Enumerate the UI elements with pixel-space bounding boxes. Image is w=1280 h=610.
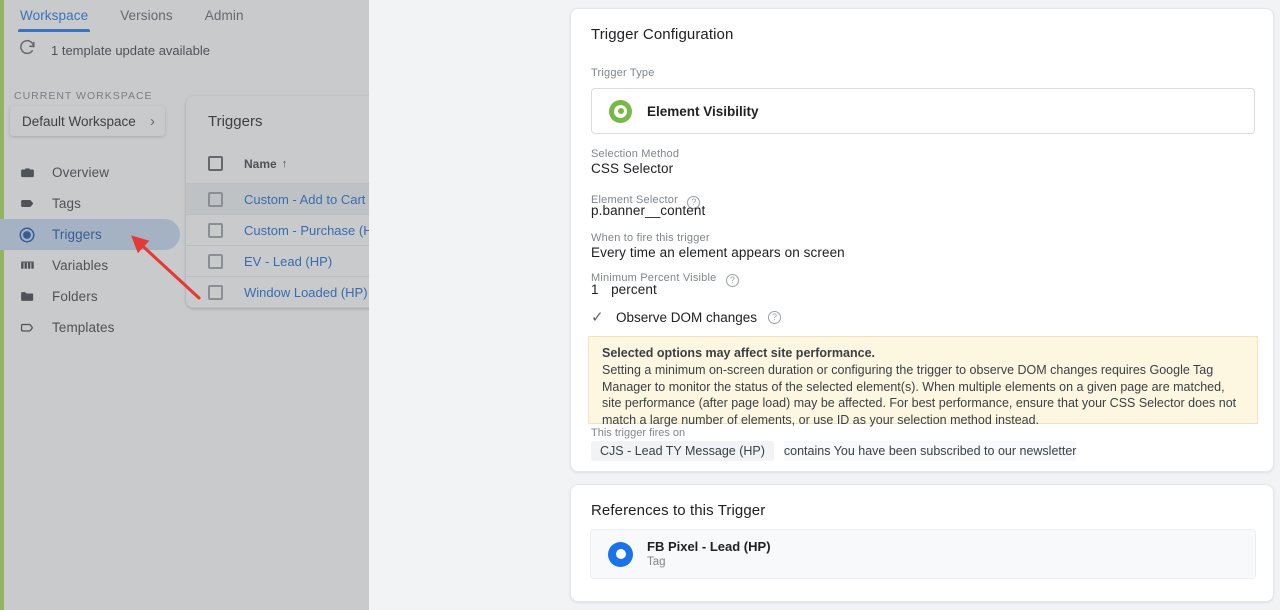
template-update-label: 1 template update available — [51, 42, 211, 58]
condition-operator: contains — [783, 444, 831, 458]
workspace-selector[interactable]: Default Workspace › — [10, 106, 165, 136]
select-all-checkbox[interactable] — [208, 156, 223, 171]
min-percent-visible-value[interactable]: 1 — [591, 282, 599, 297]
selection-method-label: Selection Method — [591, 148, 680, 160]
sidebar-item-variables-label: Variables — [52, 258, 109, 273]
reference-text-group: FB Pixel - Lead (HP) Tag — [647, 539, 771, 570]
tab-versions[interactable]: Versions — [104, 8, 189, 32]
when-to-fire-label: When to fire this trigger — [591, 232, 710, 244]
table-row[interactable]: EV - Lead (HP) — [186, 246, 369, 277]
eye-icon — [609, 99, 632, 123]
table-row[interactable]: Window Loaded (HP) — [186, 277, 369, 308]
help-icon[interactable]: ? — [768, 311, 782, 324]
references-card: References to this Trigger FB Pixel - Le… — [570, 484, 1274, 602]
trigger-type-value: Element Visibility — [647, 103, 759, 119]
sidebar-item-overview-label: Overview — [52, 165, 110, 180]
when-to-fire-value[interactable]: Every time an element appears on screen — [591, 245, 845, 260]
reference-type: Tag — [647, 555, 666, 568]
trigger-name-link[interactable]: EV - Lead (HP) — [244, 254, 332, 269]
selection-method-value[interactable]: CSS Selector — [591, 161, 673, 176]
tab-workspace[interactable]: Workspace — [4, 8, 104, 32]
tab-admin-label: Admin — [204, 8, 244, 23]
tab-admin[interactable]: Admin — [189, 8, 260, 32]
condition-operator-and-value: contains You have been subscribed to our… — [783, 441, 1077, 461]
fires-on-label: This trigger fires on — [591, 427, 686, 439]
overview-icon — [18, 164, 36, 182]
sidebar-item-templates[interactable]: Templates — [0, 312, 180, 343]
sidebar-item-templates-label: Templates — [52, 320, 115, 335]
chevron-right-icon: › — [150, 112, 155, 130]
performance-warning-box: Selected options may affect site perform… — [588, 336, 1258, 427]
folder-icon — [18, 288, 36, 306]
tab-workspace-label: Workspace — [20, 8, 89, 23]
refresh-icon — [18, 38, 37, 62]
current-workspace-label: CURRENT WORKSPACE — [14, 90, 153, 102]
trigger-detail-dialog: Trigger Configuration Trigger Type Eleme… — [369, 0, 1280, 610]
reference-name: FB Pixel - Lead (HP) — [647, 538, 771, 554]
row-checkbox[interactable] — [208, 253, 223, 269]
annotation-arrow-icon — [131, 235, 201, 300]
trigger-configuration-title: Trigger Configuration — [591, 26, 734, 43]
table-row[interactable]: Custom - Purchase (HP) — [186, 215, 369, 246]
trigger-configuration-card: Trigger Configuration Trigger Type Eleme… — [570, 8, 1274, 472]
variables-icon — [18, 257, 36, 275]
check-icon: ✓ — [591, 309, 604, 326]
min-percent-unit: percent — [611, 282, 657, 297]
trigger-type-label: Trigger Type — [591, 67, 655, 79]
sidebar-item-folders-label: Folders — [52, 289, 98, 304]
sidebar-item-triggers-label: Triggers — [52, 227, 102, 242]
triggers-list-title: Triggers — [208, 113, 263, 130]
condition-variable[interactable]: CJS - Lead TY Message (HP) — [591, 441, 774, 461]
left-app-panel: Workspace Versions Admin 1 template upda… — [0, 0, 369, 610]
performance-warning-body: Setting a minimum on-screen duration or … — [602, 363, 1237, 427]
template-icon — [18, 319, 36, 337]
observe-dom-changes-checkbox[interactable]: ✓ Observe DOM changes ? — [591, 309, 782, 326]
element-selector-value[interactable]: p.banner__content — [591, 203, 705, 218]
tag-icon — [18, 195, 36, 213]
references-title: References to this Trigger — [591, 502, 766, 519]
trigger-icon — [18, 226, 36, 244]
sidebar-item-tags-label: Tags — [52, 196, 81, 211]
condition-value: You have been subscribed to our newslett… — [833, 444, 1077, 458]
table-row[interactable]: Custom - Add to Cart (HP) — [186, 184, 369, 215]
column-header-name[interactable]: Name — [244, 157, 277, 171]
sidebar-item-tags[interactable]: Tags — [0, 188, 180, 219]
sidebar-item-overview[interactable]: Overview — [0, 157, 180, 188]
min-percent-value-row: 1 percent — [591, 281, 657, 299]
triggers-list-card: Triggers Name ↑ Custom - Add to Cart (HP… — [186, 96, 369, 308]
template-update-bar[interactable]: 1 template update available — [4, 32, 369, 68]
help-icon[interactable]: ? — [725, 274, 739, 287]
observe-dom-changes-label: Observe DOM changes — [616, 310, 758, 325]
sort-ascending-icon[interactable]: ↑ — [282, 158, 288, 170]
trigger-name-link[interactable]: Custom - Add to Cart (HP) — [244, 192, 369, 207]
top-tab-bar: Workspace Versions Admin — [4, 0, 369, 32]
tab-versions-label: Versions — [120, 8, 173, 23]
performance-warning-title: Selected options may affect site perform… — [602, 346, 876, 360]
list-item[interactable]: FB Pixel - Lead (HP) Tag — [590, 529, 1256, 579]
row-checkbox[interactable] — [208, 222, 223, 238]
trigger-type-selector[interactable]: Element Visibility — [591, 88, 1255, 134]
trigger-name-link[interactable]: Window Loaded (HP) — [244, 285, 368, 300]
row-checkbox[interactable] — [208, 191, 223, 207]
row-checkbox[interactable] — [208, 284, 223, 300]
screen-root: Workspace Versions Admin 1 template upda… — [0, 0, 1280, 610]
trigger-name-link[interactable]: Custom - Purchase (HP) — [244, 223, 369, 238]
triggers-table-header: Name ↑ — [186, 144, 369, 184]
workspace-name: Default Workspace — [22, 113, 136, 129]
trigger-condition-row[interactable]: CJS - Lead TY Message (HP) contains You … — [591, 441, 1077, 461]
tag-circle-icon — [608, 541, 633, 567]
